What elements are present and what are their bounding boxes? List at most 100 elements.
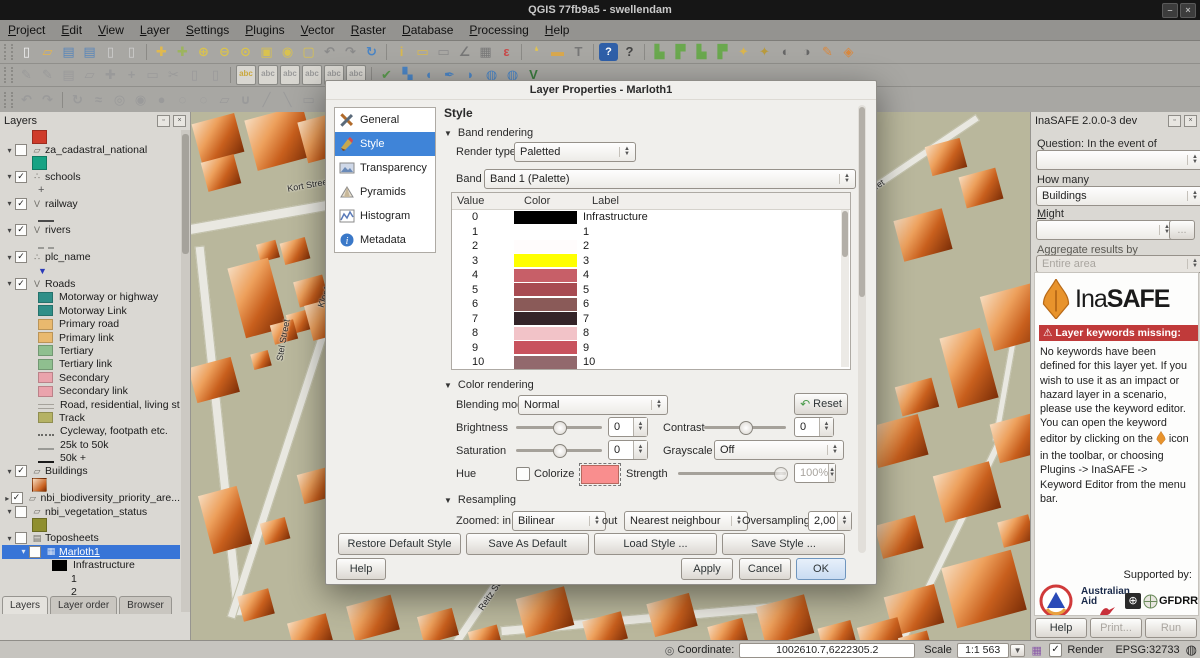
dialog-tab-general[interactable]: General [335, 108, 435, 132]
layer-item-schools[interactable]: ▾✓∴schools [2, 170, 180, 183]
zoom-to-selection-icon[interactable]: ◉ [278, 43, 297, 61]
inasafe-print-button[interactable]: Print... [1090, 618, 1142, 638]
menu-project[interactable]: Project [0, 21, 53, 39]
whats-this-icon[interactable]: ? [620, 43, 639, 61]
panel-float-icon[interactable]: ▫ [157, 115, 170, 127]
dialog-tab-histogram[interactable]: Histogram [335, 204, 435, 228]
scale-combo[interactable]: 1:1 563 [957, 643, 1009, 658]
layer-item-za-cadastral-national[interactable]: ▾▱za_cadastral_national [2, 143, 180, 156]
contrast-spinbox[interactable]: 0▲▼ [794, 417, 834, 437]
column-color[interactable]: Color [519, 193, 587, 209]
palette-row[interactable]: 88 [452, 326, 850, 341]
save-layer-edits-icon[interactable]: ▤ [59, 66, 78, 84]
palette-row[interactable]: 99 [452, 341, 850, 356]
decrease-brightness-icon[interactable]: ✦ [755, 43, 774, 61]
palette-row[interactable]: 55 [452, 283, 850, 298]
expand-arrow-icon[interactable]: ▾ [4, 146, 15, 155]
palette-label[interactable]: 2 [577, 240, 589, 252]
full-histogram-stretch-icon[interactable]: ▛ [671, 43, 690, 61]
panel-close-icon[interactable]: × [173, 115, 186, 127]
palette-color-cell[interactable] [514, 225, 577, 238]
label-move-icon[interactable]: abc [302, 65, 322, 85]
layer-item-nbi-biodiversity-priority-are-[interactable]: ▸✓▱nbi_biodiversity_priority_are... [2, 492, 180, 505]
save-style-button[interactable]: Save Style ... [722, 533, 845, 555]
composer-manager-icon[interactable]: ▯ [122, 43, 141, 61]
local-histogram-stretch-icon[interactable]: ▙ [650, 43, 669, 61]
palette-row[interactable]: 44 [452, 268, 850, 283]
expand-arrow-icon[interactable]: ▾ [4, 172, 15, 181]
layer-checkbox[interactable]: ✓ [15, 198, 27, 210]
palette-row[interactable]: 33 [452, 254, 850, 269]
palette-color-cell[interactable] [514, 283, 577, 296]
menu-edit[interactable]: Edit [53, 21, 90, 39]
menu-settings[interactable]: Settings [178, 21, 237, 39]
layer-item-roads[interactable]: ▾✓VRoads [2, 277, 180, 290]
panel-close-icon[interactable]: × [1184, 115, 1197, 127]
aggregation-combo[interactable]: Entire area▲▼ [1036, 255, 1200, 273]
saturation-slider[interactable] [516, 443, 602, 457]
split-parts-icon[interactable]: ╲ [278, 91, 297, 109]
layer-checkbox[interactable]: ✓ [15, 171, 27, 183]
dialog-tab-pyramids[interactable]: Pyramids [335, 180, 435, 204]
dialog-tab-metadata[interactable]: iMetadata [335, 228, 435, 252]
save-project-as-icon[interactable]: ▤ [80, 43, 99, 61]
expand-arrow-icon[interactable]: ▾ [4, 507, 15, 516]
increase-brightness-icon[interactable]: ✦ [734, 43, 753, 61]
palette-table[interactable]: Value Color Label 0Infrastructure1122334… [451, 192, 851, 370]
menu-plugins[interactable]: Plugins [237, 21, 292, 39]
help-contents-icon[interactable]: ? [599, 43, 618, 61]
layer-checkbox[interactable]: ✓ [11, 492, 23, 504]
toggle-editing-icon[interactable]: ✎ [38, 66, 57, 84]
blending-mode-combo[interactable]: Normal▲▼ [518, 395, 668, 415]
layer-tree-scrollbar[interactable] [181, 130, 190, 612]
resampling-section[interactable]: ▼Resampling [444, 494, 516, 506]
band-rendering-section[interactable]: ▼Band rendering [444, 127, 533, 139]
inasafe-keyword-editor-icon[interactable]: ✎ [818, 43, 837, 61]
tab-layers[interactable]: Layers [2, 596, 48, 614]
save-project-icon[interactable]: ▤ [59, 43, 78, 61]
palette-label[interactable]: Infrastructure [577, 211, 648, 223]
paste-features-icon[interactable]: ▯ [206, 66, 225, 84]
toolbar-grip-icon[interactable] [4, 44, 13, 60]
layer-checkbox[interactable] [15, 532, 27, 544]
redo-icon[interactable]: ↷ [38, 91, 57, 109]
layer-item-rivers[interactable]: ▾✓Vrivers [2, 224, 180, 237]
menu-view[interactable]: View [90, 21, 132, 39]
new-bookmark-icon[interactable]: ▬ [548, 43, 567, 61]
menu-raster[interactable]: Raster [343, 21, 394, 39]
column-value[interactable]: Value [452, 193, 519, 209]
split-features-icon[interactable]: ╱ [257, 91, 276, 109]
deselect-features-icon[interactable]: ▭ [434, 43, 453, 61]
inasafe-help-button[interactable]: Help [1035, 618, 1087, 638]
grayscale-combo[interactable]: Off▲▼ [714, 440, 844, 460]
apply-button[interactable]: Apply [681, 558, 733, 580]
palette-label[interactable]: 10 [577, 356, 595, 368]
render-type-combo[interactable]: Paletted▲▼ [514, 142, 636, 162]
palette-row[interactable]: 77 [452, 312, 850, 327]
delete-part-icon[interactable]: ◌ [194, 91, 213, 109]
expand-arrow-icon[interactable]: ▾ [18, 547, 29, 556]
map-tips-icon[interactable]: ❛ [527, 43, 546, 61]
attribute-table-icon[interactable]: ▦ [476, 43, 495, 61]
palette-color-cell[interactable] [514, 327, 577, 340]
label-highlight-icon[interactable]: abc [280, 65, 300, 85]
palette-color-cell[interactable] [514, 341, 577, 354]
layer-item-nbi-vegetation-status[interactable]: ▾▱nbi_vegetation_status [2, 505, 180, 518]
palette-color-cell[interactable] [514, 211, 577, 224]
save-as-default-button[interactable]: Save As Default [466, 533, 589, 555]
offset-curve-icon[interactable]: ∪ [236, 91, 255, 109]
palette-label[interactable]: 3 [577, 255, 589, 267]
measure-line-icon[interactable]: ∠ [455, 43, 474, 61]
toolbar-grip-icon[interactable] [4, 67, 13, 83]
fill-ring-icon[interactable]: ● [152, 91, 171, 109]
layer-checkbox[interactable]: ✓ [15, 224, 27, 236]
merge-features-icon[interactable]: ▭ [299, 91, 318, 109]
brightness-slider[interactable] [516, 420, 602, 434]
full-cumulative-stretch-icon[interactable]: ▛ [713, 43, 732, 61]
palette-color-cell[interactable] [514, 312, 577, 325]
zoom-out-icon[interactable]: ⊖ [215, 43, 234, 61]
band-combo[interactable]: Band 1 (Palette)▲▼ [484, 169, 856, 189]
color-rendering-section[interactable]: ▼Color rendering [444, 379, 534, 391]
extents-icon[interactable]: ▦ [1031, 644, 1041, 657]
layer-checkbox[interactable]: ✓ [15, 278, 27, 290]
